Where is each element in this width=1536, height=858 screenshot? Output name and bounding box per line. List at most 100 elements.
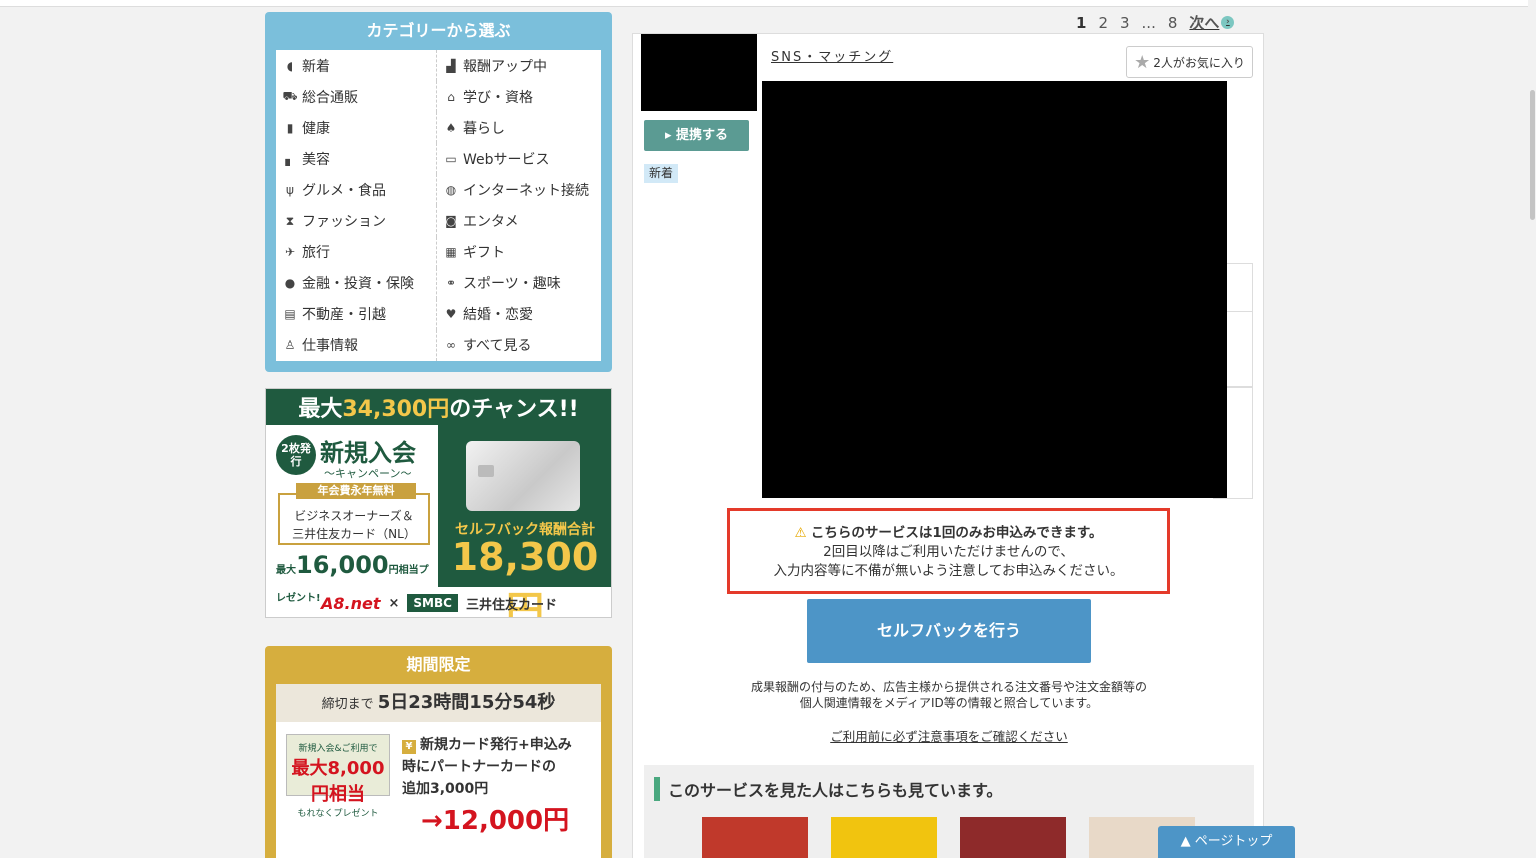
category-item-label: 金融・投資・保険 xyxy=(302,276,414,293)
related-service-thumb[interactable] xyxy=(702,817,808,858)
category-item[interactable]: ◙ エンタメ xyxy=(436,205,601,237)
category-item[interactable]: ∞ すべて見る xyxy=(436,329,601,361)
binoculars-icon: ∞ xyxy=(446,338,456,353)
category-title: カテゴリーから選ぶ xyxy=(366,21,511,40)
offer-text[interactable]: ¥ 新規カード発行+申込み 時にパートナーカードの 追加3,000円 xyxy=(402,734,592,800)
category-item-label: 報酬アップ中 xyxy=(463,58,547,75)
limited-offer-panel: 期間限定 締切まで 5日23時間15分54秒 新規入会&ご利用で 最大8,000… xyxy=(265,646,612,858)
cutlery-icon: ψ xyxy=(286,182,294,197)
category-item-label: 総合通販 xyxy=(302,89,358,106)
category-item-label: エンタメ xyxy=(463,214,519,231)
category-item-label: すべて見る xyxy=(463,338,532,355)
warning-icon: ⚠ xyxy=(794,525,807,541)
privacy-note-line1: 成果報酬の付与のため、広告主様から提供される注文番号や注文金額等の xyxy=(750,680,1147,694)
two-card-badge: 2枚発行 xyxy=(276,435,316,475)
favorite-button[interactable]: ★ 2人がお気に入り xyxy=(1126,46,1253,78)
banner-brands: A8.net × SMBC 三井住友カード xyxy=(266,587,611,617)
page-top-button[interactable]: ▲ ページトップ xyxy=(1158,826,1295,858)
category-item[interactable]: ▦ ギフト xyxy=(436,236,601,268)
smbc-campaign-banner[interactable]: 最大 34,300円 のチャンス!! 2枚発行 新規入会 ～キャンペーン～ ビジ… xyxy=(265,388,612,618)
category-item-label: スポーツ・趣味 xyxy=(463,276,561,293)
thumb-amount: 最大8,000円相当 xyxy=(291,758,385,805)
graduation-cap-icon: ⌂ xyxy=(447,89,455,104)
heart-icon: ♥ xyxy=(445,307,457,322)
favorite-count: 2人がお気に入り xyxy=(1153,55,1245,70)
category-item[interactable]: ♥ 結婚・恋愛 xyxy=(436,298,601,330)
tree-icon: ♠ xyxy=(445,120,457,135)
speech-bubble-icon: ◖ xyxy=(286,58,294,73)
offer-price: →12,000円 xyxy=(421,806,570,836)
category-link[interactable]: SNS・マッチング xyxy=(771,46,893,65)
cart-icon: ⛟ xyxy=(282,88,298,103)
category-item[interactable]: ✈ 旅行 xyxy=(276,237,436,268)
category-item-label: グルメ・食品 xyxy=(302,182,386,199)
page-2[interactable]: 2 xyxy=(1098,14,1108,32)
category-panel: カテゴリーから選ぶ ◖ 新着 ▟ 報酬アップ中 ⛟ 総合通販 ⌂ 学び・資格 ▮ 健康 ♠ 暮らし ▖ 美… xyxy=(265,12,612,372)
card-name-2: 三井住友カード（NL） xyxy=(292,527,416,541)
pagination: 1 2 3 ... 8 次へ › xyxy=(1076,12,1235,33)
category-item[interactable]: ψ グルメ・食品 xyxy=(276,174,436,205)
service-logo xyxy=(641,34,757,111)
headline-suffix: のチャンス!! xyxy=(449,397,579,422)
category-item-label: インターネット接続 xyxy=(463,182,589,199)
selfback-button[interactable]: セルフバックを行う xyxy=(807,599,1091,663)
page-1[interactable]: 1 xyxy=(1076,14,1086,32)
card-name-box: ビジネスオーナーズ＆ 三井住友カード（NL） xyxy=(278,493,430,545)
category-item[interactable]: ▤ 不動産・引越 xyxy=(276,299,436,330)
service-detail-panel: ▸ 提携する 新着 SNS・マッチング ★ 2人がお気に入り ⚠ こちらのサービ… xyxy=(632,33,1264,858)
category-item[interactable]: ▟ 報酬アップ中 xyxy=(436,50,601,82)
category-item[interactable]: ⚭ スポーツ・趣味 xyxy=(436,267,601,299)
warning-line3: 入力内容等に不備が無いよう注意してお申込みください。 xyxy=(773,563,1124,579)
category-item-label: 新着 xyxy=(302,58,330,75)
camera-icon: ◙ xyxy=(445,214,457,229)
smbc-card-name: 三井住友カード xyxy=(465,597,557,613)
max-prefix: 最大 xyxy=(276,565,296,576)
times-mark: × xyxy=(388,595,400,611)
category-item[interactable]: ⧗ ファッション xyxy=(276,205,436,236)
category-list: ◖ 新着 ▟ 報酬アップ中 ⛟ 総合通販 ⌂ 学び・資格 ▮ 健康 ♠ 暮らし ▖ 美容 ▭ Webサービス ψ… xyxy=(276,50,601,361)
category-item[interactable]: ⛟ 総合通販 xyxy=(276,81,436,112)
card-name-1: ビジネスオーナーズ＆ xyxy=(294,509,414,523)
browser-top-bar xyxy=(0,0,1536,7)
limited-offer-item[interactable]: 新規入会&ご利用で 最大8,000円相当 もれなくプレゼント ¥ 新規カード発行+… xyxy=(276,722,601,858)
related-service-thumb[interactable] xyxy=(831,817,937,858)
max-amount: 16,000 xyxy=(296,551,389,579)
category-item[interactable]: ▖ 美容 xyxy=(276,143,436,174)
category-item[interactable]: ◖ 新着 xyxy=(276,50,436,81)
related-service-thumb[interactable] xyxy=(960,817,1066,858)
gift-icon: ▦ xyxy=(445,245,457,260)
affiliate-button[interactable]: ▸ 提携する xyxy=(644,120,749,151)
category-item[interactable]: ▭ Webサービス xyxy=(436,143,601,175)
category-item[interactable]: ● 金融・投資・保険 xyxy=(276,268,436,299)
bar-chart-icon: ▟ xyxy=(446,58,456,73)
next-label: 次へ xyxy=(1189,14,1220,32)
category-item-label: Webサービス xyxy=(463,151,550,168)
headline-amount: 34,300円 xyxy=(342,397,450,422)
caution-link[interactable]: ご利用前に必ず注意事項をご確認ください xyxy=(633,726,1265,745)
countdown-prefix: 締切まで xyxy=(321,697,374,712)
page-3[interactable]: 3 xyxy=(1120,14,1130,32)
category-item[interactable]: ♙ 仕事情報 xyxy=(276,330,436,361)
new-badge: 新着 xyxy=(644,164,678,183)
category-item[interactable]: ♠ 暮らし xyxy=(436,112,601,144)
category-item[interactable]: ◍ インターネット接続 xyxy=(436,174,601,206)
card-chip xyxy=(478,465,494,477)
category-item-label: 不動産・引越 xyxy=(302,307,386,324)
category-item[interactable]: ▮ 健康 xyxy=(276,112,436,143)
offer-thumbnail[interactable]: 新規入会&ご利用で 最大8,000円相当 もれなくプレゼント xyxy=(286,734,390,819)
page-8[interactable]: 8 xyxy=(1168,14,1178,32)
category-item[interactable]: ⌂ 学び・資格 xyxy=(436,81,601,113)
scrollbar-thumb[interactable] xyxy=(1530,90,1535,220)
scrollbar[interactable] xyxy=(1528,0,1536,858)
privacy-note: 成果報酬の付与のため、広告主様から提供される注文番号や注文金額等の 個人関連情報… xyxy=(633,679,1265,711)
countdown: 締切まで 5日23時間15分54秒 xyxy=(276,684,601,722)
newjoin-text: 新規入会 xyxy=(320,439,416,467)
person-icon: ♙ xyxy=(284,338,296,353)
monitor-icon: ▭ xyxy=(445,151,457,166)
category-item-label: ファッション xyxy=(302,214,386,231)
category-item-label: 学び・資格 xyxy=(463,89,533,106)
offer-line3: 追加3,000円 xyxy=(402,781,489,797)
next-page-link[interactable]: 次へ › xyxy=(1189,12,1235,33)
globe-icon: ◍ xyxy=(445,182,457,197)
category-item-label: ギフト xyxy=(463,245,505,262)
